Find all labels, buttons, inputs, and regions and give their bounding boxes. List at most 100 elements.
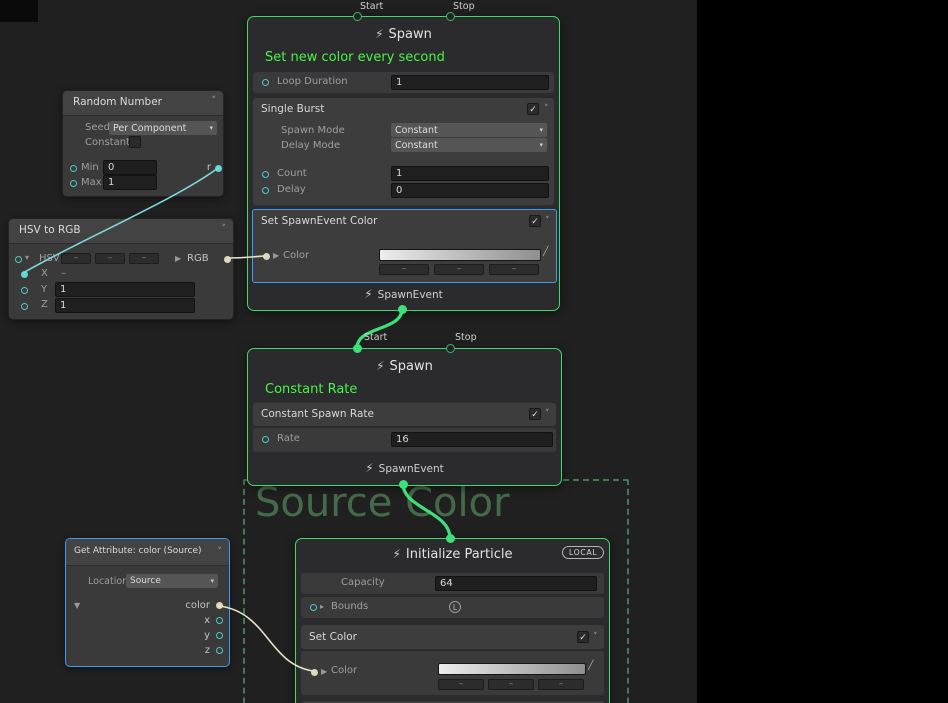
color-input-port[interactable] [263, 253, 270, 260]
output-z-port[interactable] [216, 647, 223, 654]
node-hsv-to-rgb[interactable]: HSV to RGB ˅ ▾ HSV – – – ▶ RGB X – Y 1 Z… [8, 218, 234, 320]
bounds-local-icon: L [449, 601, 461, 613]
constant-spawn-rate-checkbox[interactable]: ✓ [529, 408, 541, 420]
color-x-mini-field[interactable]: – [438, 679, 484, 690]
block-set-spawnevent-color[interactable]: Set SpawnEvent Color ✓ ˅ ▶ Color ╱ – – – [252, 209, 557, 283]
block-single-burst[interactable]: Single Burst ✓ ˅ Spawn Mode Constant ▾ D… [253, 98, 554, 205]
block-loop-duration[interactable]: Loop Duration 1 [253, 72, 554, 93]
min-field[interactable]: 0 [103, 160, 157, 175]
hsv-z-mini-field[interactable]: – [129, 253, 159, 264]
expander-icon[interactable]: ▼ [74, 601, 80, 610]
color-row[interactable]: ▶ Color ╱ – – – [301, 651, 604, 695]
set-color-checkbox[interactable]: ✓ [577, 631, 589, 643]
random-output-port[interactable] [215, 165, 222, 172]
group-title[interactable]: Source Color [255, 480, 510, 526]
hsv-y-field[interactable]: 1 [55, 282, 195, 297]
context-subtitle[interactable]: Constant Rate [265, 382, 357, 397]
context-subtitle[interactable]: Set new color every second [265, 50, 445, 65]
capacity-field[interactable]: 64 [435, 576, 597, 591]
loop-duration-field[interactable]: 1 [391, 75, 549, 90]
rate-row[interactable]: Rate 16 [253, 428, 556, 452]
delay-field[interactable]: 0 [391, 183, 549, 198]
chevron-down-icon[interactable]: ˅ [218, 547, 223, 557]
output-y-port[interactable] [216, 632, 223, 639]
chevron-down-icon[interactable]: ˅ [212, 96, 217, 106]
spawn1-stop-port[interactable] [446, 12, 455, 21]
output-z-label: z [162, 645, 210, 656]
capacity-row[interactable]: Capacity 64 [301, 573, 604, 594]
spawn1-start-port[interactable] [353, 12, 362, 21]
max-label: Max [81, 177, 102, 188]
constant-checkbox[interactable] [129, 136, 141, 148]
spawn2-stop-port[interactable] [446, 344, 455, 353]
output-x-port[interactable] [216, 617, 223, 624]
color-y-mini-field[interactable]: – [488, 679, 534, 690]
hsv-input-port[interactable] [15, 256, 22, 263]
loop-duration-port[interactable] [262, 79, 269, 86]
local-badge: LOCAL [562, 546, 604, 559]
color-gradient-field[interactable] [379, 249, 541, 261]
block-constant-spawn-rate[interactable]: Constant Spawn Rate ✓ ˅ [253, 403, 556, 426]
location-dropdown[interactable]: Source ▾ [126, 574, 218, 588]
context-spawn-1[interactable]: ⚡Spawn Set new color every second Loop D… [247, 16, 560, 311]
block-title: Constant Spawn Rate [261, 408, 374, 420]
color-picker-icon[interactable]: ╱ [588, 661, 593, 671]
chevron-down-icon[interactable]: ˅ [593, 632, 598, 642]
delay-mode-dropdown[interactable]: Constant ▾ [391, 138, 547, 152]
rgb-output-port[interactable] [224, 256, 231, 263]
spawn2-start-port[interactable] [353, 344, 362, 353]
chevron-down-icon[interactable]: ˅ [544, 104, 549, 114]
hsv-label: HSV [39, 253, 60, 264]
dropdown-arrow-icon: ▾ [210, 577, 214, 585]
seed-dropdown[interactable]: Per Component ▾ [109, 121, 217, 135]
color-y-mini-field[interactable]: – [434, 264, 484, 275]
color-x-mini-field[interactable]: – [379, 264, 429, 275]
count-port[interactable] [262, 171, 269, 178]
lightning-icon: ⚡ [364, 287, 372, 301]
color-input-port[interactable] [311, 669, 318, 676]
dropdown-arrow-icon: ▾ [539, 126, 543, 134]
color-z-mini-field[interactable]: – [489, 264, 539, 275]
min-port[interactable] [70, 165, 77, 172]
context-spawn-2[interactable]: ⚡Spawn Constant Rate Constant Spawn Rate… [247, 348, 562, 486]
count-field[interactable]: 1 [391, 166, 549, 181]
max-port[interactable] [70, 180, 77, 187]
chevron-down-icon[interactable]: ˅ [222, 224, 227, 234]
chevron-down-icon[interactable]: ˅ [545, 409, 550, 419]
spawn-mode-value: Constant [395, 125, 438, 136]
hsv-x-port[interactable] [21, 271, 28, 278]
expand-down-icon[interactable]: ▾ [25, 253, 29, 262]
color-picker-icon[interactable]: ╱ [543, 247, 548, 257]
hsv-x-mini-field[interactable]: – [61, 253, 91, 264]
initialize-input-port[interactable] [446, 534, 455, 543]
hsv-z-field[interactable]: 1 [55, 298, 195, 313]
single-burst-checkbox[interactable]: ✓ [527, 103, 539, 115]
spawn1-spawnevent-port[interactable] [398, 305, 407, 314]
set-spawnevent-color-checkbox[interactable]: ✓ [529, 215, 541, 227]
bounds-row[interactable]: ▸ Bounds L [301, 597, 604, 618]
context-initialize-particle[interactable]: ⚡Initialize Particle LOCAL Capacity 64 ▸… [295, 538, 610, 703]
spawn2-spawnevent-port[interactable] [399, 480, 408, 489]
block-set-color[interactable]: Set Color ✓ ˅ [301, 625, 604, 649]
node-random-number[interactable]: Random Number ˅ Seed Per Component ▾ Con… [62, 90, 224, 197]
graph-canvas[interactable]: Source Color Random Number ˅ Seed Per Co… [0, 0, 948, 703]
expand-right-icon[interactable]: ▸ [320, 602, 324, 611]
bounds-port[interactable] [310, 604, 317, 611]
node-get-attribute-color[interactable]: Get Attribute: color (Source) ˅ Location… [65, 538, 230, 667]
output-color-port[interactable] [216, 602, 223, 609]
lightning-icon: ⚡ [392, 547, 400, 561]
max-field[interactable]: 1 [103, 175, 157, 190]
spawn-mode-dropdown[interactable]: Constant ▾ [391, 123, 547, 137]
hsv-z-port[interactable] [21, 303, 28, 310]
color-gradient-field[interactable] [438, 663, 586, 675]
color-z-mini-field[interactable]: – [538, 679, 584, 690]
hsv-y-port[interactable] [21, 287, 28, 294]
rate-field[interactable]: 16 [391, 432, 553, 447]
play-icon: ▶ [175, 254, 181, 263]
hsv-y-mini-field[interactable]: – [95, 253, 125, 264]
chevron-down-icon[interactable]: ˅ [545, 216, 550, 226]
rate-port[interactable] [262, 436, 269, 443]
output-color-label: color [162, 600, 210, 611]
delay-port[interactable] [262, 187, 269, 194]
block-title: Single Burst [261, 103, 324, 115]
